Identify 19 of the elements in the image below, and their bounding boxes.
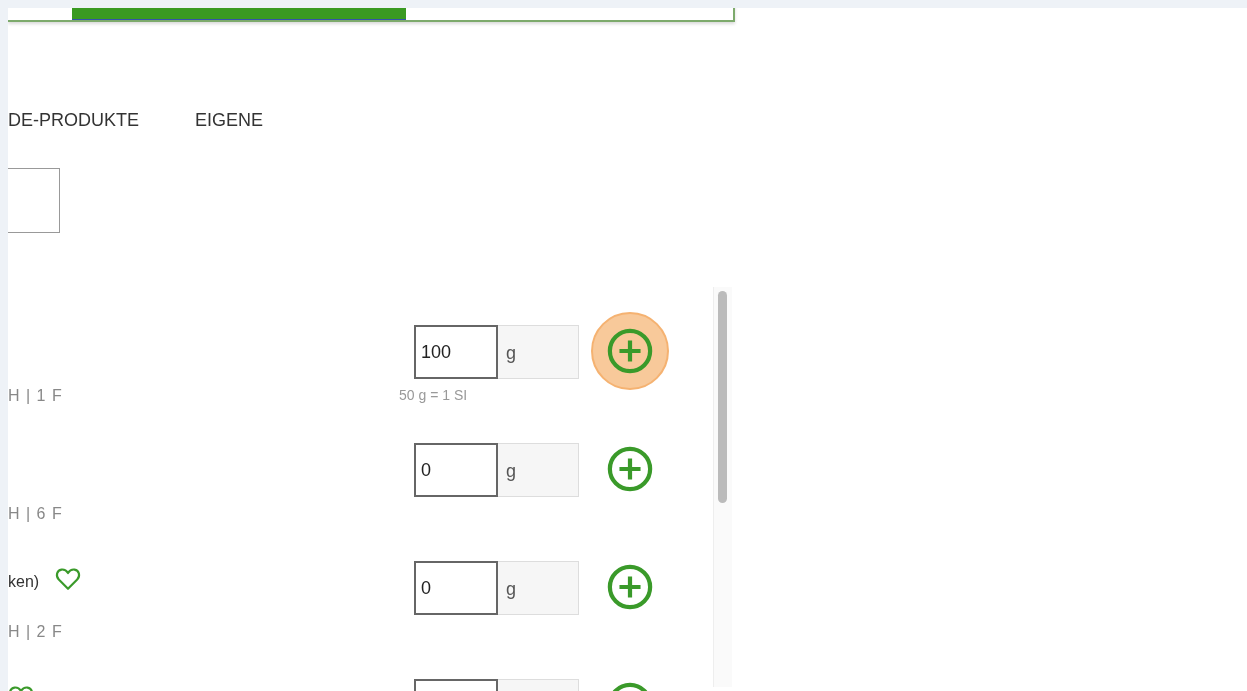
unit-field: g [498, 561, 579, 615]
add-icon [607, 328, 653, 374]
unit-field: g [498, 443, 579, 497]
search-field[interactable] [8, 168, 60, 233]
tab[interactable]: DE-PRODUKTE [8, 110, 139, 130]
nutrient-summary: H | 6 F [8, 505, 63, 523]
unit-field: g [498, 325, 579, 379]
tab[interactable]: EIGENE [195, 110, 264, 130]
add-icon [607, 446, 653, 492]
food-name: ken) [8, 573, 40, 591]
add-icon [607, 564, 653, 610]
amount-input[interactable]: 0 [414, 561, 498, 615]
amount-input[interactable]: 100 [414, 325, 498, 379]
nutrient-summary: H | 1 F [8, 387, 63, 405]
portion-hint: 50 g = 1 SI [399, 387, 469, 403]
amount-input[interactable]: 0 [414, 443, 498, 497]
nutrient-summary: H | 2 F [8, 623, 63, 641]
scrollbar-thumb[interactable] [718, 291, 727, 503]
heart-icon[interactable] [55, 567, 82, 591]
